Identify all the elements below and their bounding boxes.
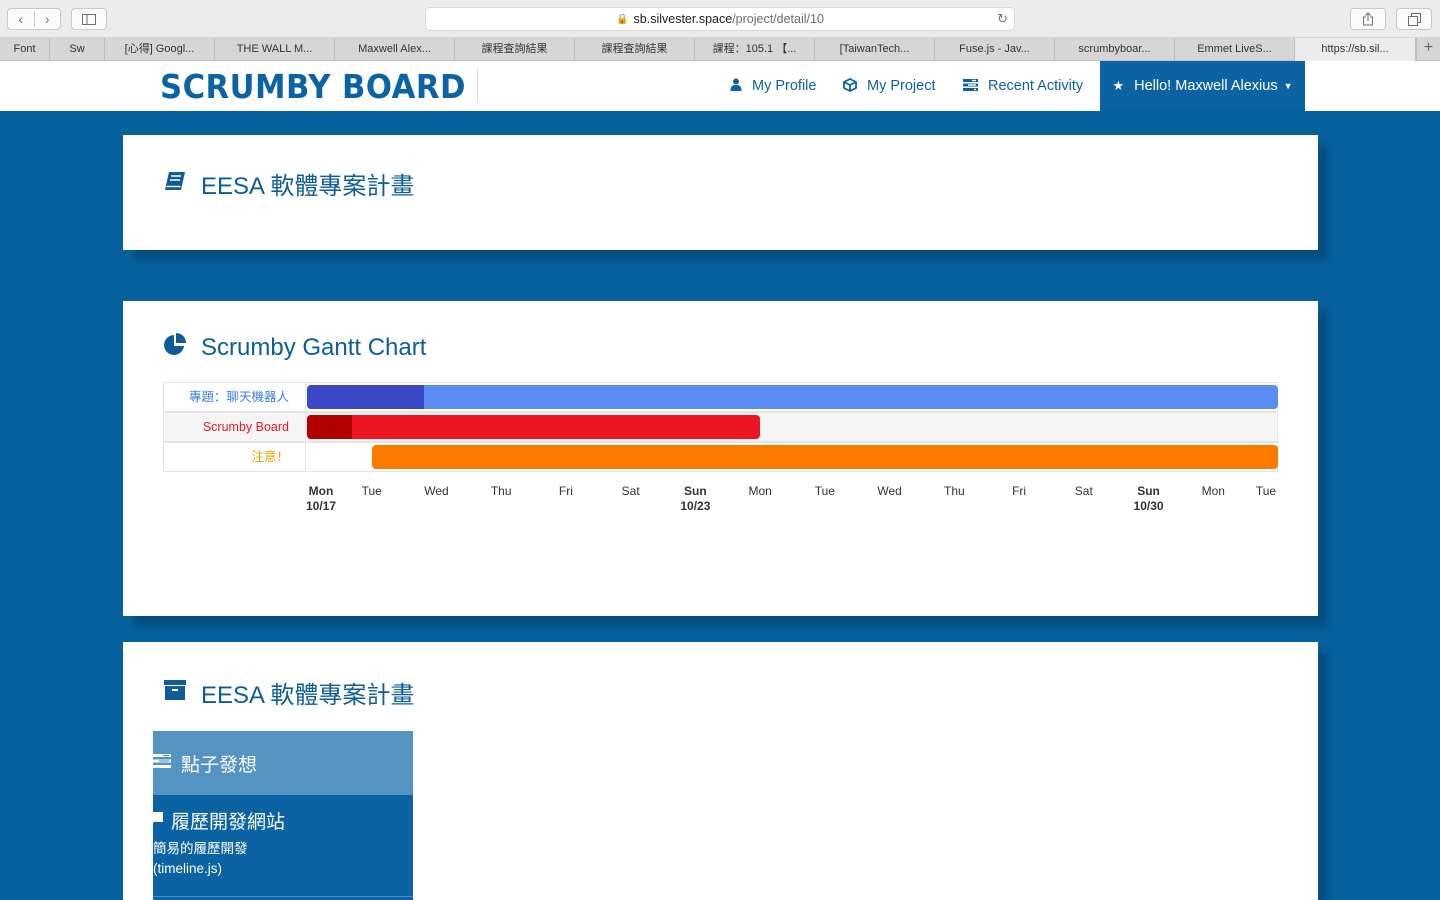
- story-card-desc-line: (timeline.js): [153, 861, 223, 876]
- url-host: sb.silvester.space: [633, 12, 733, 26]
- gantt-axis-tick: Tue: [1255, 484, 1277, 498]
- sprint-column-header[interactable]: 點子發想: [153, 731, 413, 795]
- gantt-axis-tick: Wed: [877, 484, 902, 498]
- gantt-title: Scrumby Gantt Chart: [163, 333, 426, 363]
- project-title: EESA 軟體專案計畫: [163, 166, 414, 201]
- gantt-task-bar[interactable]: [307, 385, 1278, 409]
- gantt-axis-tick: Wed: [424, 484, 449, 498]
- pie-chart-icon: [163, 333, 187, 363]
- gantt-row: 注意！: [163, 442, 1278, 472]
- story-card-description: 簡易的履歷開發 (timeline.js): [153, 839, 393, 879]
- site-navbar: SCRUMBY BOARD My Profile My Project Rece…: [0, 61, 1440, 111]
- sidebar-icon: [82, 13, 96, 25]
- user-icon: [730, 78, 742, 94]
- board-title: EESA 軟體專案計畫: [163, 675, 414, 710]
- user-menu-dropdown[interactable]: ★ Hello! Maxwell Alexius ▼: [1100, 61, 1305, 111]
- gantt-task-progress: [307, 415, 353, 439]
- browser-tab[interactable]: Fuse.js - Jav...: [935, 38, 1055, 60]
- gantt-axis-tick: Thu: [943, 484, 965, 498]
- gantt-task-label: 注意！: [164, 443, 306, 471]
- gantt-axis-tick: Sat: [1074, 484, 1093, 498]
- story-card-title: 履歷開發網站: [153, 807, 285, 834]
- gantt-panel: Scrumby Gantt Chart 專題：聊天機器人 Scrumby Boar…: [123, 301, 1318, 616]
- browser-tab[interactable]: THE WALL M...: [215, 38, 335, 60]
- browser-tab[interactable]: Font: [0, 38, 50, 60]
- project-header-panel: EESA 軟體專案計畫: [123, 135, 1318, 250]
- gantt-axis-tick: Fri: [558, 484, 573, 498]
- gantt-task-label: 專題：聊天機器人: [164, 383, 306, 411]
- show-tabs-button[interactable]: [1396, 8, 1432, 30]
- browser-tab[interactable]: [心得] Googl...: [105, 38, 215, 60]
- browser-tab[interactable]: 課程查詢結果: [575, 38, 695, 60]
- lock-icon: 🔒: [616, 13, 629, 25]
- list-icon: [153, 753, 171, 773]
- url-path: /project/detail/10: [732, 12, 824, 26]
- story-card-desc-line: 簡易的履歷開發: [153, 841, 248, 856]
- brand-divider: [477, 69, 478, 102]
- address-bar[interactable]: 🔒 sb.silvester.space /project/detail/10 …: [425, 7, 1015, 31]
- share-button[interactable]: [1350, 8, 1386, 30]
- browser-toolbar: ‹ › 🔒 sb.silvester.space /project/detail…: [0, 0, 1440, 38]
- reload-icon[interactable]: ↻: [997, 11, 1008, 27]
- gantt-row: Scrumby Board: [163, 412, 1278, 442]
- nav-my-profile-label: My Profile: [752, 78, 817, 94]
- brand-logo[interactable]: SCRUMBY BOARD: [160, 67, 466, 106]
- sidebar-toggle-button[interactable]: [71, 8, 107, 30]
- gantt-axis-tick: Fri: [1012, 484, 1027, 498]
- nav-recent-activity-label: Recent Activity: [988, 78, 1084, 94]
- gantt-task-progress: [307, 385, 424, 409]
- cube-icon: [843, 77, 857, 95]
- gantt-axis-tick: Sat: [621, 484, 640, 498]
- gantt-row: 專題：聊天機器人: [163, 382, 1278, 412]
- user-greeting: Hello! Maxwell Alexius: [1134, 78, 1278, 94]
- browser-tab[interactable]: 課程查詢結果: [455, 38, 575, 60]
- new-tab-button[interactable]: +: [1416, 38, 1440, 60]
- forward-icon[interactable]: ›: [35, 11, 61, 27]
- back-icon[interactable]: ‹: [8, 11, 35, 27]
- gantt-axis-tick: Mon: [1201, 484, 1225, 498]
- browser-tab[interactable]: scrumbyboar...: [1055, 38, 1175, 60]
- gantt-axis-tick: Mon: [748, 484, 772, 498]
- book-icon: [163, 171, 187, 197]
- gantt-axis-tick: Tue: [361, 484, 382, 498]
- gantt-task-bar[interactable]: [307, 415, 761, 439]
- gantt-axis-tick: Sun 10/23: [680, 484, 711, 513]
- project-title-text: EESA 軟體專案計畫: [201, 173, 415, 200]
- gantt-task-bar[interactable]: [371, 445, 1278, 469]
- share-icon: [1363, 12, 1373, 26]
- story-card[interactable]: 履歷開發網站 簡易的履歷開發 (timeline.js): [153, 795, 413, 900]
- comment-icon: [153, 811, 163, 830]
- gantt-title-text: Scrumby Gantt Chart: [201, 334, 427, 361]
- browser-tab[interactable]: Emmet LiveS...: [1175, 38, 1295, 60]
- browser-tab[interactable]: 課程：105.1 【...: [695, 38, 815, 60]
- browser-tab-active[interactable]: https://sb.sil...: [1295, 38, 1416, 61]
- tab-bar: Font Sw [心得] Googl... THE WALL M... Maxw…: [0, 38, 1440, 61]
- browser-tab[interactable]: Maxwell Alex...: [335, 38, 455, 60]
- story-card-title-text: 履歷開發網站: [171, 812, 286, 833]
- nav-my-project-label: My Project: [867, 78, 936, 94]
- board-title-text: EESA 軟體專案計畫: [201, 682, 415, 709]
- gantt-axis-tick: Thu: [490, 484, 512, 498]
- tabs-overview-icon: [1407, 12, 1421, 26]
- gantt-task-label: Scrumby Board: [164, 413, 306, 441]
- nav-my-profile[interactable]: My Profile: [730, 61, 816, 111]
- gantt-axis-tick: Tue: [814, 484, 835, 498]
- caret-down-icon: ▼: [1283, 81, 1293, 91]
- nav-buttons: ‹ ›: [7, 8, 61, 30]
- browser-tab[interactable]: Sw: [50, 38, 105, 60]
- gantt-axis-tick: Sun 10/30: [1133, 484, 1164, 513]
- nav-recent-activity[interactable]: Recent Activity: [963, 61, 1083, 111]
- archive-icon: [163, 679, 187, 706]
- tasks-icon: [963, 78, 978, 94]
- sprint-label: 點子發想: [181, 754, 258, 776]
- card-divider: [153, 896, 413, 897]
- board-panel: EESA 軟體專案計畫 點子發想 履歷開發網站 簡易的履歷開發 (timelin…: [123, 642, 1318, 900]
- star-icon: ★: [1112, 78, 1125, 93]
- nav-my-project[interactable]: My Project: [843, 61, 936, 111]
- browser-tab[interactable]: [TaiwanTech...: [815, 38, 935, 60]
